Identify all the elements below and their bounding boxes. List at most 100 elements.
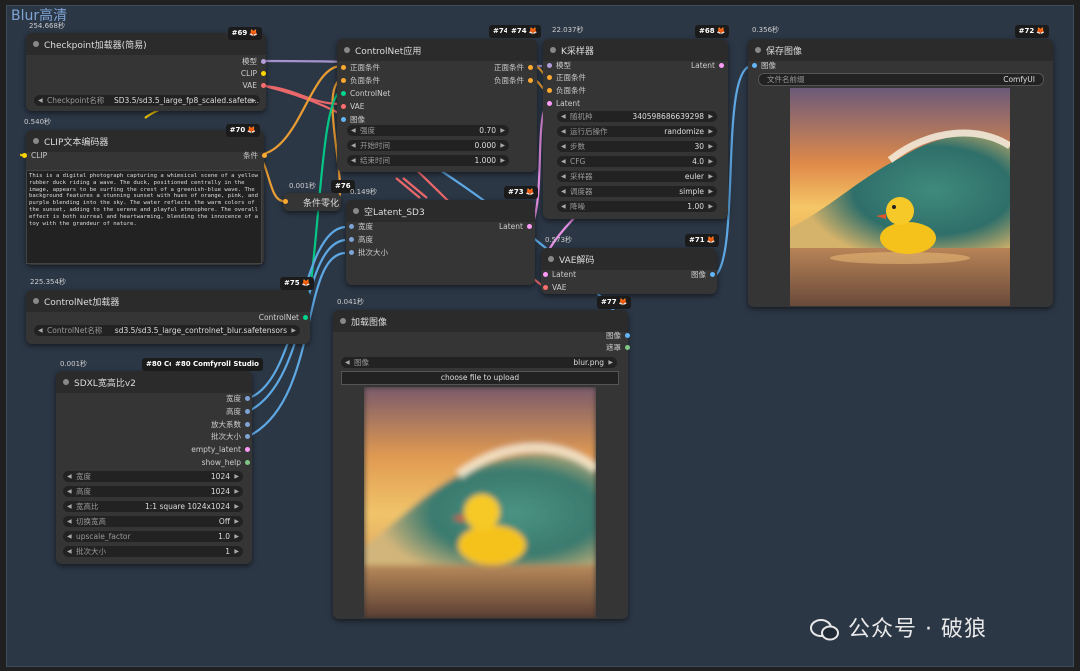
node-title: 保存图像 (766, 47, 803, 57)
input-image[interactable]: 图像 (752, 60, 776, 72)
output-empty-latent[interactable]: empty_latent (191, 444, 250, 456)
output-conditioning[interactable]: 条件 (243, 150, 267, 162)
wire-cond-1 (258, 64, 342, 157)
checkpoint-name-widget[interactable]: ◀ Checkpoint名称 SD3.5/sd3.5_large_fp8_scale… (34, 95, 260, 106)
output-mask[interactable]: 遮罩 (606, 342, 630, 354)
output-height[interactable]: 高度 (226, 406, 250, 418)
fox-icon: 🦊 (249, 29, 258, 37)
output-negative[interactable]: 负面条件 (494, 75, 533, 87)
output-upscale-factor[interactable]: 放大系数 (211, 419, 250, 431)
output-controlnet[interactable]: ControlNet (259, 312, 308, 324)
collapse-dot[interactable] (340, 318, 346, 324)
width-widget[interactable]: ◀ 宽度 1024 ▶ (63, 471, 243, 482)
node-header[interactable]: VAE解码 (541, 248, 717, 270)
input-latent[interactable]: Latent (543, 269, 576, 281)
node-header[interactable]: ControlNet应用 (337, 39, 537, 61)
scheduler-widget[interactable]: ◀ 调度器 simple ▶ (557, 186, 717, 197)
filename-prefix-widget[interactable]: 文件名前缀 ComfyUI (758, 73, 1044, 86)
input-positive[interactable]: 正面条件 (341, 62, 380, 74)
input-negative[interactable]: 负面条件 (341, 75, 380, 87)
input-batch-size[interactable]: 批次大小 (349, 247, 388, 259)
output-model[interactable]: 模型 (242, 56, 266, 68)
checkpoint-loader-node[interactable]: Checkpoint加载器(简易) #69 🦊 254.668秒 模型 CLIP … (26, 22, 266, 111)
output-vae[interactable]: VAE (242, 80, 266, 92)
fox-icon: 🦊 (716, 27, 726, 35)
node-canvas[interactable]: Blur高清 Checkpoint加载器(简易) #69 🦊 254.668秒 … (0, 0, 1080, 671)
collapse-dot[interactable] (33, 41, 39, 47)
end-percent-widget[interactable]: ◀ 结束时间 1.000 ▶ (347, 155, 509, 166)
input-width[interactable]: 宽度 (349, 221, 373, 233)
node-header[interactable]: ControlNet加载器 (26, 290, 310, 312)
cfg-widget[interactable]: ◀ CFG 4.0 ▶ (557, 156, 717, 167)
prompt-textarea[interactable]: This is a digital photograph capturing a… (26, 170, 262, 264)
output-clip[interactable]: CLIP (241, 68, 266, 80)
input-image-preview[interactable] (364, 387, 596, 618)
collapse-dot[interactable] (755, 47, 761, 53)
sdxl-aspect-ratio-node[interactable]: SDXL宽高比v2 #80 Cor #80 Comfyroll Studio 0… (56, 358, 263, 564)
collapse-dot[interactable] (550, 47, 556, 53)
input-latent[interactable]: Latent (547, 98, 580, 110)
output-width[interactable]: 宽度 (226, 393, 250, 405)
start-percent-widget[interactable]: ◀ 开始时间 0.000 ▶ (347, 140, 509, 151)
seed-widget[interactable]: ◀ 随机种 340598686639298 ▶ (557, 111, 717, 122)
input-vae[interactable]: VAE (543, 282, 567, 294)
input-positive[interactable]: 正面条件 (547, 72, 586, 84)
input-negative[interactable]: 负面条件 (547, 85, 586, 97)
load-image-node[interactable]: 加载图像 #77 🦊 0.041秒 图像 遮罩 ◀ 图像 blur.png ▶ choo… (333, 296, 632, 619)
output-positive[interactable]: 正面条件 (494, 62, 533, 74)
output-latent[interactable]: Latent (499, 221, 532, 233)
strength-widget[interactable]: ◀ 强度 0.70 ▶ (347, 125, 509, 136)
node-header[interactable]: 空Latent_SD3 (346, 200, 535, 222)
output-image[interactable]: 图像 (606, 330, 630, 342)
wechat-icon (810, 618, 840, 642)
height-widget[interactable]: ◀ 高度 1024 ▶ (63, 486, 243, 497)
collapse-dot[interactable] (33, 138, 39, 144)
fox-icon: 🦊 (247, 126, 256, 134)
ksampler-node[interactable]: K采样器 #68 🦊 22.037秒 模型 正面条件 负面条件 Latent La… (543, 25, 730, 219)
collapse-dot[interactable] (548, 256, 554, 262)
output-image[interactable]: 图像 (691, 269, 715, 281)
upload-button[interactable]: choose file to upload (341, 371, 619, 385)
output-latent[interactable]: Latent (691, 60, 724, 72)
vae-decode-node[interactable]: VAE解码 #71 🦊 0.573秒 Latent VAE 图像 (541, 234, 720, 294)
collapse-dot[interactable] (353, 208, 359, 214)
image-select-widget[interactable]: ◀ 图像 blur.png ▶ (341, 357, 617, 368)
input-model[interactable]: 模型 (547, 60, 571, 72)
controlnet-apply-node[interactable]: ControlNet应用 #74 #74 🦊 正面条件 负面条件 ControlN… (337, 25, 542, 172)
sampler-widget[interactable]: ◀ 采样器 euler ▶ (557, 171, 717, 182)
aspect-ratio-widget[interactable]: ◀ 宽高比 1:1 square 1024x1024 ▶ (63, 501, 243, 512)
empty-latent-sd3-node[interactable]: 空Latent_SD3 #73 🦊 0.149秒 宽度 高度 批次大小 Laten… (346, 186, 539, 285)
swap-dimensions-widget[interactable]: ◀ 切换宽高 Off ▶ (63, 516, 243, 527)
steps-widget[interactable]: ◀ 步数 30 ▶ (557, 141, 717, 152)
node-header[interactable]: K采样器 (543, 39, 728, 61)
blurred-duck-image (364, 387, 596, 618)
input-vae[interactable]: VAE (341, 101, 365, 113)
collapse-dot[interactable] (344, 47, 350, 53)
node-id-badge: #73 🦊 (504, 186, 539, 199)
batch-size-widget[interactable]: ◀ 批次大小 1 ▶ (63, 546, 243, 557)
node-header[interactable]: 保存图像 (748, 39, 1053, 61)
denoise-widget[interactable]: ◀ 降噪 1.00 ▶ (557, 201, 717, 212)
exec-time: 22.037秒 (552, 26, 584, 34)
collapse-dot[interactable] (33, 298, 39, 304)
input-height[interactable]: 高度 (349, 234, 373, 246)
node-title: 条件零化 (303, 199, 340, 209)
output-preview-image[interactable] (790, 88, 1010, 306)
clip-text-encode-node[interactable]: CLIP文本编码器 #70 🦊 0.540秒 CLIP 条件 This is a … (22, 118, 267, 265)
controlnet-loader-node[interactable]: ControlNet加载器 #75 🦊 225.354秒 ControlNet ◀… (26, 277, 315, 344)
conditioning-zero-node[interactable]: 条件零化 0.001秒 #76 (283, 180, 355, 211)
upscale-factor-widget[interactable]: ◀ upscale_factor 1.0 ▶ (63, 531, 243, 542)
collapse-dot[interactable] (63, 379, 69, 385)
output-batch-size[interactable]: 批次大小 (211, 431, 250, 443)
node-id-badge: #68 🦊 (695, 25, 730, 38)
input-conditioning[interactable] (283, 196, 292, 208)
input-controlnet[interactable]: ControlNet (341, 88, 390, 100)
save-image-node[interactable]: 保存图像 #72 🦊 0.356秒 图像 文件名前缀 ComfyUI (748, 25, 1053, 307)
input-clip[interactable]: CLIP (22, 150, 47, 162)
output-show-help[interactable]: show_help (202, 457, 250, 469)
node-id-badge-2: #80 Comfyroll Studio (171, 358, 263, 371)
controlnet-name-widget[interactable]: ◀ ControlNet名称 sd3.5/sd3.5_large_controlne… (34, 325, 300, 336)
node-header[interactable]: 加载图像 (333, 310, 628, 332)
node-header[interactable]: SDXL宽高比v2 (56, 371, 252, 393)
control-after-generate-widget[interactable]: ◀ 运行后操作 randomize ▶ (557, 126, 717, 137)
